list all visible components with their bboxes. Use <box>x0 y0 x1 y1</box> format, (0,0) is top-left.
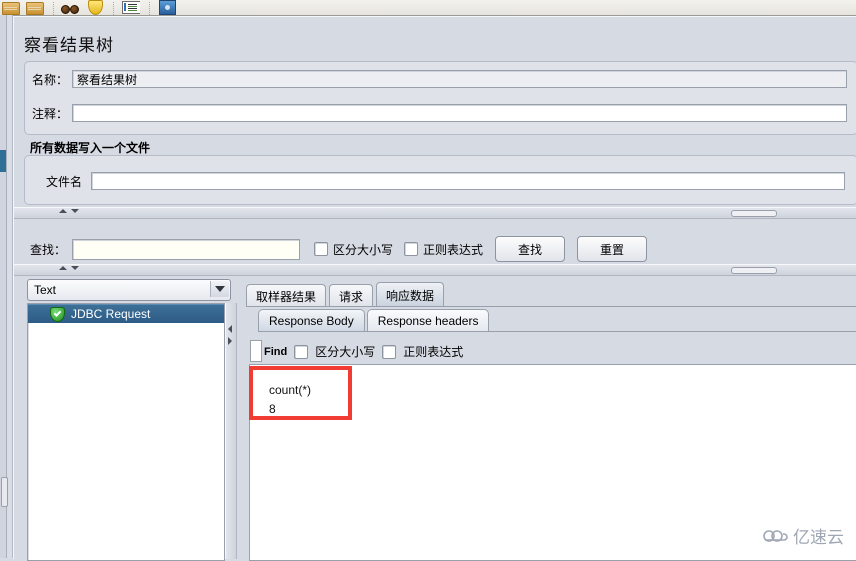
chevron-down-icon-2[interactable] <box>71 266 79 270</box>
tree-item-jdbc-request[interactable]: JDBC Request <box>28 304 224 323</box>
result-tabs-underline <box>246 306 856 307</box>
response-case-sensitive-checkbox[interactable] <box>294 344 309 359</box>
splitter-top-grip[interactable] <box>731 210 777 217</box>
page-title: 察看结果树 <box>24 36 114 55</box>
splitter-middle-arrows[interactable] <box>59 266 79 270</box>
search-case-sensitive-checkbox[interactable] <box>314 242 329 256</box>
chevron-down-icon-renderer[interactable] <box>210 281 229 297</box>
tab-sampler-result[interactable]: 取样器结果 <box>246 284 327 307</box>
sidebar-collapse-tab[interactable] <box>0 150 6 172</box>
glasses-icon[interactable] <box>60 0 80 15</box>
toolbar-separator-3 <box>149 2 151 15</box>
search-regex-checkbox[interactable] <box>404 242 419 256</box>
tab-response-headers[interactable]: Response headers <box>366 309 490 332</box>
green-shield-success-icon <box>50 306 65 322</box>
chevron-up-icon[interactable] <box>59 209 67 213</box>
comment-input[interactable] <box>72 104 848 122</box>
toolbar-separator-2 <box>113 2 115 15</box>
name-label: 名称： <box>32 72 69 87</box>
name-row: 名称： 察看结果树 <box>32 70 848 88</box>
tab-request-label: 请求 <box>339 289 364 304</box>
toolbar[interactable] <box>0 0 856 16</box>
results-tree-panel[interactable]: JDBC Request <box>27 303 225 561</box>
search-row: 查找： 区分大小写 正则表达式 查找 重置 <box>30 236 648 262</box>
response-regex-label: 正则表达式 <box>403 345 464 359</box>
toolbar-separator <box>53 2 55 15</box>
splitter-top-arrows[interactable] <box>59 209 79 213</box>
response-case-sensitive-label: 区分大小写 <box>315 345 376 359</box>
renderer-select[interactable]: Text <box>27 279 231 301</box>
comment-row: 注释： <box>32 104 848 122</box>
highlight-annotation-box <box>249 366 352 420</box>
search-label: 查找： <box>30 242 67 257</box>
reset-button[interactable]: 重置 <box>577 236 648 262</box>
filename-label: 文件名 <box>46 174 83 189</box>
chevron-right-icon[interactable] <box>228 337 232 345</box>
tab-response-body[interactable]: Response Body <box>258 309 365 332</box>
watermark: 亿速云 <box>762 523 844 548</box>
comment-label: 注释： <box>32 106 69 121</box>
response-regex-checkbox[interactable] <box>382 344 397 359</box>
splitter-middle[interactable] <box>14 264 856 276</box>
search-regex-label: 正则表达式 <box>423 242 484 257</box>
splitter-vertical-arrows[interactable] <box>228 325 232 345</box>
sidebar-resize-grip[interactable] <box>1 477 8 507</box>
tab-response-data[interactable]: 响应数据 <box>376 282 445 307</box>
tab-response-data-label: 响应数据 <box>386 288 435 303</box>
find-button[interactable]: 查找 <box>495 236 566 262</box>
tab-response-headers-label: Response headers <box>377 314 479 328</box>
renderer-select-value: Text <box>34 283 57 297</box>
watermark-text: 亿速云 <box>793 528 844 547</box>
tab-response-body-label: Response Body <box>269 314 354 328</box>
name-input[interactable]: 察看结果树 <box>72 70 848 88</box>
response-tabs-underline <box>258 331 856 332</box>
result-tabs[interactable]: 取样器结果 请求 响应数据 <box>246 282 447 307</box>
chevron-left-icon[interactable] <box>228 325 232 333</box>
splitter-middle-grip[interactable] <box>731 267 777 274</box>
splitter-vertical[interactable] <box>225 303 237 559</box>
search-case-sensitive-label: 区分大小写 <box>333 242 394 257</box>
tab-request[interactable]: 请求 <box>329 284 374 307</box>
response-find-bar: Find 区分大小写 正则表达式 <box>264 343 463 360</box>
response-find-label: Find <box>264 345 288 358</box>
tab-sampler-result-label: 取样器结果 <box>256 289 317 304</box>
blue-info-icon[interactable] <box>156 0 176 15</box>
folder-icon[interactable] <box>24 0 44 15</box>
splitter-top[interactable] <box>14 207 856 219</box>
properties-icon[interactable] <box>120 0 140 15</box>
response-tabs[interactable]: Response Body Response headers <box>258 309 491 332</box>
view-results-tree-panel: 察看结果树 名称： 察看结果树 注释： 所有数据写入一个文件 文件名 查找： 区… <box>13 16 856 561</box>
tree-item-label: JDBC Request <box>71 307 151 321</box>
filename-input[interactable] <box>91 172 846 190</box>
filename-row: 文件名 <box>46 172 846 190</box>
file-group-title: 所有数据写入一个文件 <box>30 141 151 155</box>
search-input[interactable] <box>72 238 301 260</box>
cloud-icon <box>762 527 788 544</box>
folder-open-icon[interactable] <box>0 0 20 15</box>
chevron-down-icon[interactable] <box>71 209 79 213</box>
response-left-stub <box>250 340 262 362</box>
chevron-up-icon-2[interactable] <box>59 266 67 270</box>
shield-icon[interactable] <box>84 0 104 15</box>
